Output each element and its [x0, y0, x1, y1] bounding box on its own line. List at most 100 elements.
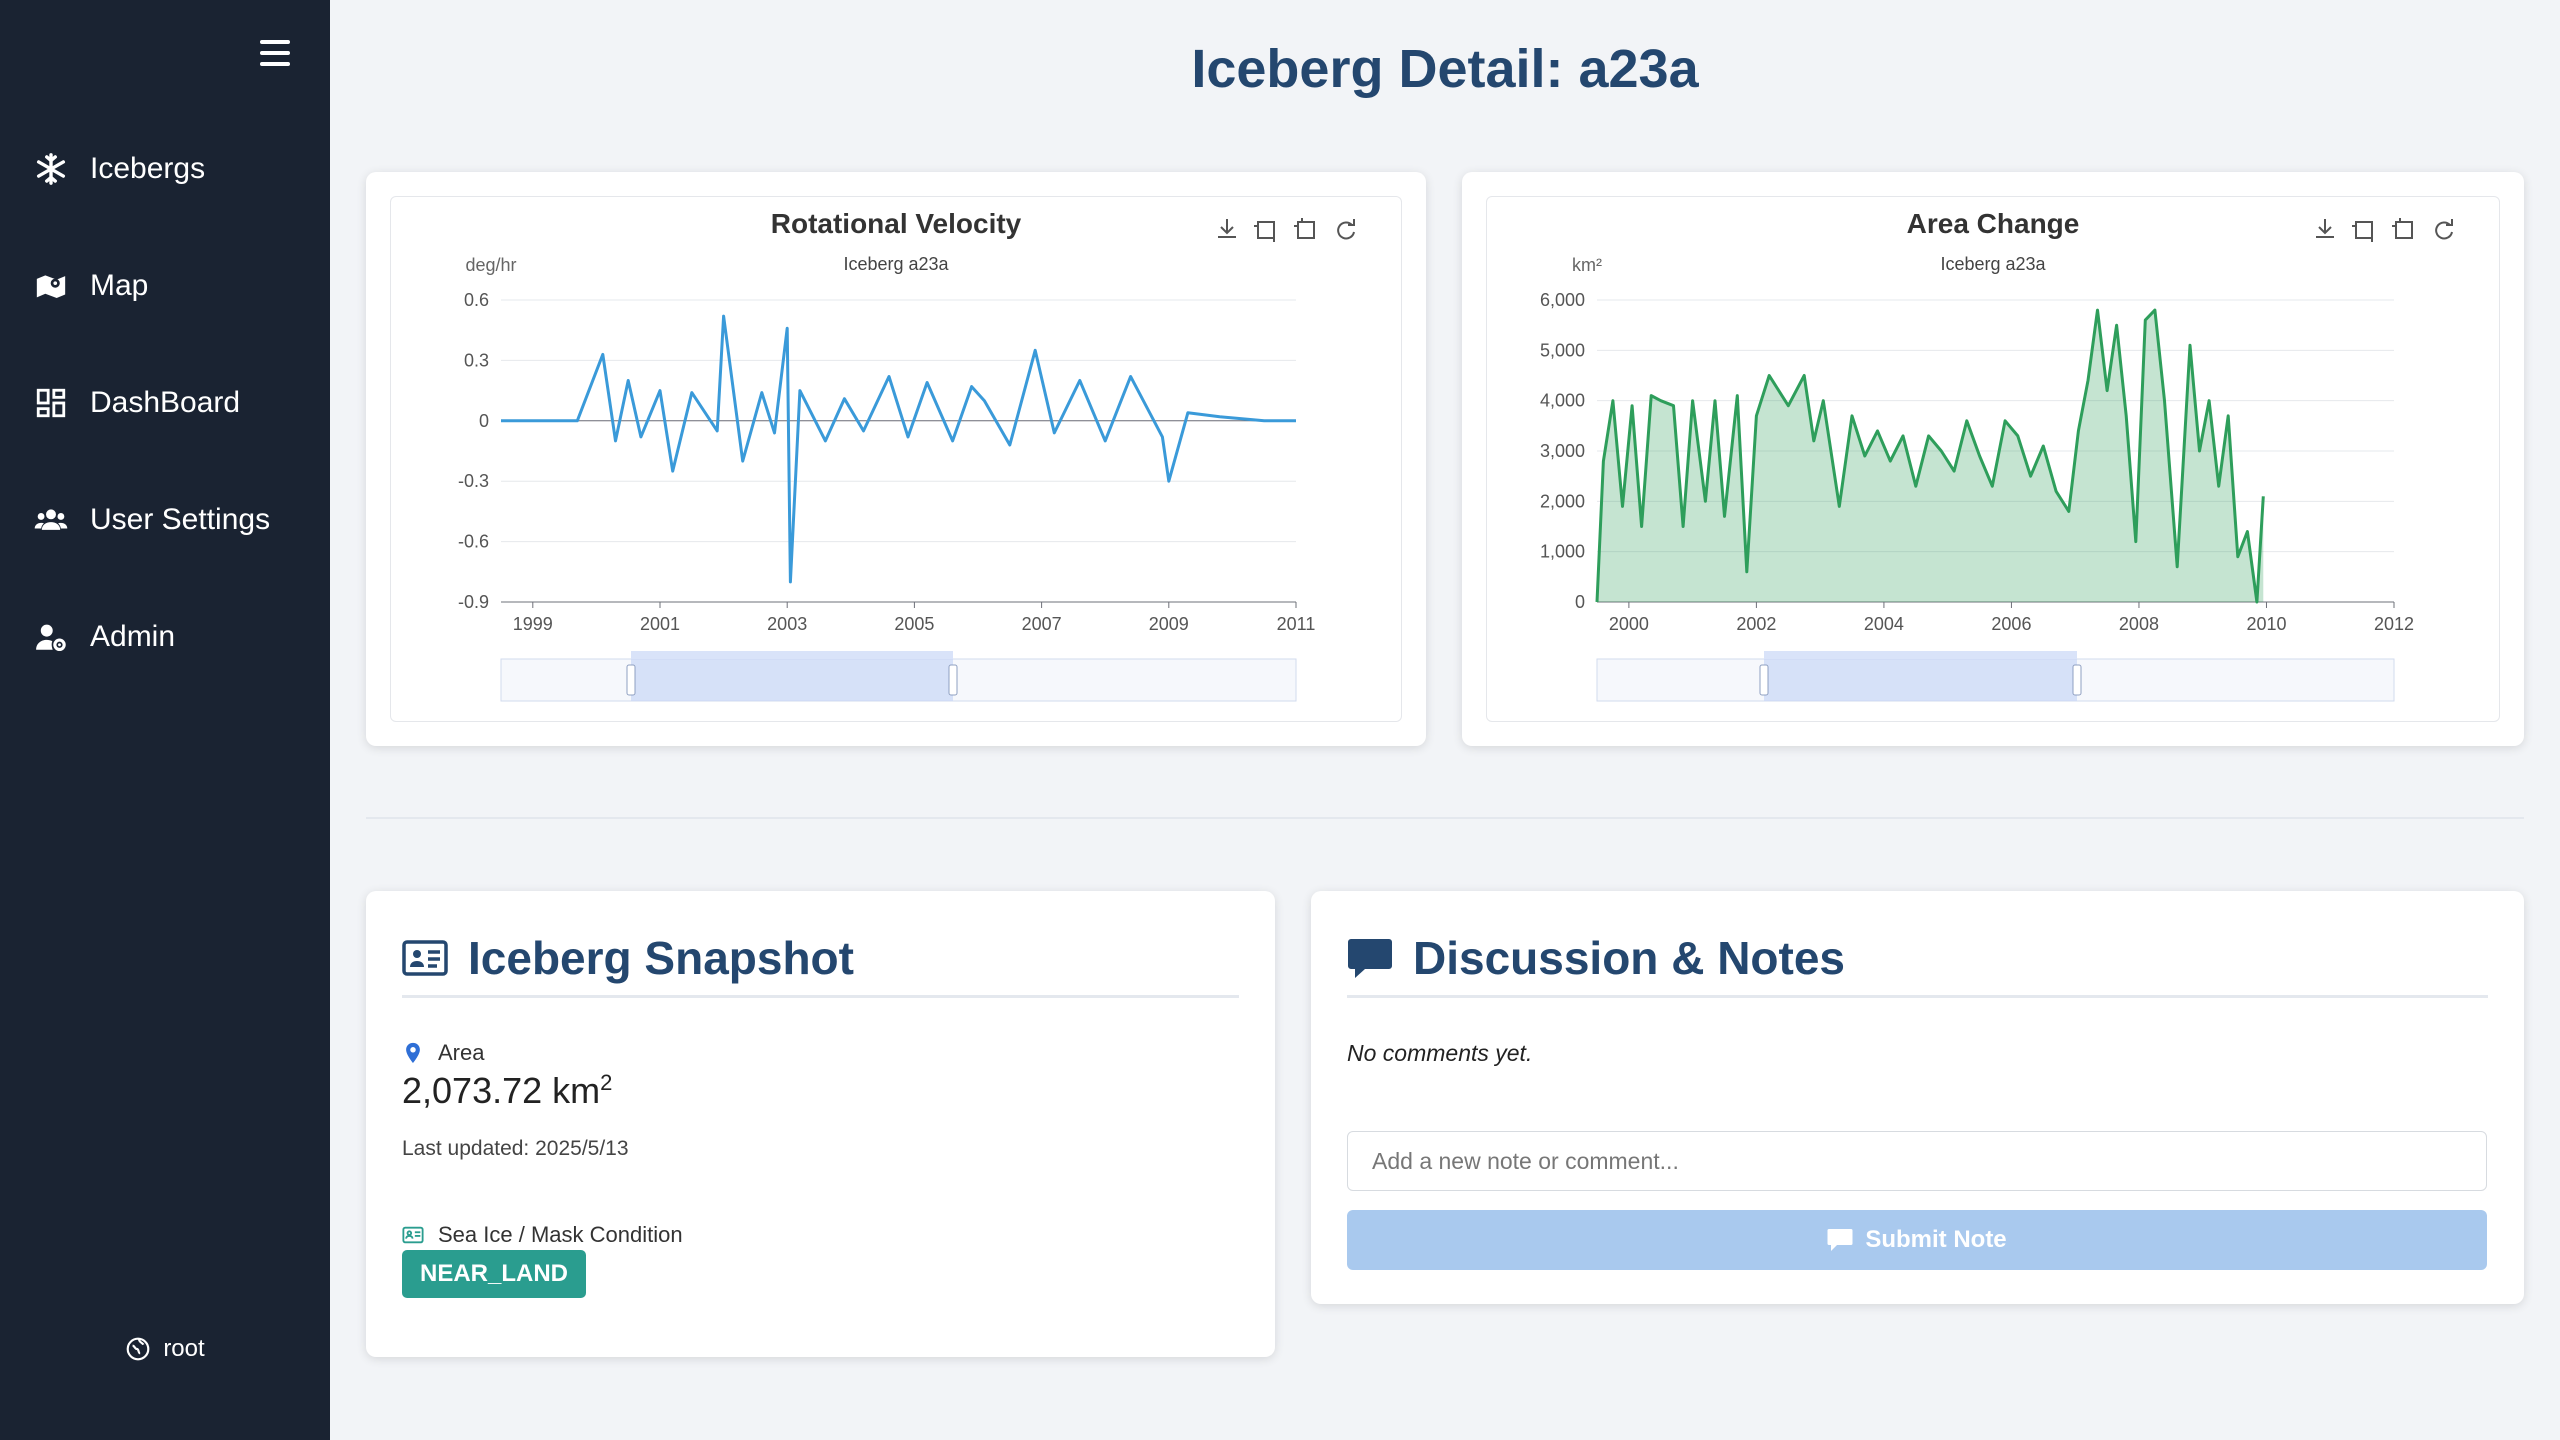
- rotational-velocity-card: Rotational Velocity Iceberg a23a deg/hr 0.6…: [366, 172, 1426, 746]
- id-card-small-icon: [402, 1226, 424, 1244]
- mask-condition-label-text: Sea Ice / Mask Condition: [438, 1222, 683, 1247]
- y-tick-label: 3,000: [1540, 441, 1585, 461]
- area-change-chart: Area Change Iceberg a23a km² 6,000 5,000 4,00…: [1540, 208, 2453, 702]
- comment-icon: [1348, 939, 1392, 978]
- page-title: Iceberg Detail: a23a: [1191, 39, 1699, 99]
- mask-condition-badge: NEAR_LAND: [402, 1250, 587, 1298]
- y-tick-label: 0.3: [464, 350, 489, 370]
- zoom-icon[interactable]: [1254, 221, 1275, 242]
- chart-subtitle: Iceberg a23a: [1940, 254, 2046, 274]
- chart-container: Area Change Iceberg a23a km² 6,000 5,000 4,00…: [1486, 196, 2500, 722]
- y-tick-label: 4,000: [1540, 391, 1585, 411]
- submit-note-label: Submit Note: [1865, 1226, 2007, 1253]
- admin-icon: [36, 624, 66, 651]
- y-tick-label: 1,000: [1540, 542, 1585, 562]
- x-tick-label: 2007: [1022, 614, 1062, 634]
- discussion-panel: Discussion & Notes No comments yet. Subm…: [1311, 891, 2524, 1304]
- discussion-title: Discussion & Notes: [1347, 931, 1845, 985]
- sidebar-item-label: DashBoard: [90, 385, 241, 419]
- data-zoom-selection: [1764, 659, 2077, 701]
- download-icon[interactable]: [2316, 219, 2334, 238]
- id-card-icon: [402, 940, 448, 976]
- data-zoom-handle-left: [1759, 664, 1769, 696]
- submit-note-button[interactable]: Submit Note: [1347, 1210, 2487, 1270]
- chart-toolbox: [1218, 218, 1355, 242]
- location-pin-icon: [406, 1042, 420, 1064]
- x-tick-label: 2008: [2119, 614, 2159, 634]
- y-tick-label: 2,000: [1540, 491, 1585, 511]
- data-zoom-bar: [1764, 651, 2077, 659]
- last-updated: Last updated: 2025/5/13: [402, 1137, 629, 1160]
- comment-icon: [1827, 1229, 1853, 1251]
- area-unit-exponent: 2: [600, 1070, 613, 1095]
- snapshot-title-text: Iceberg Snapshot: [468, 932, 854, 984]
- y-axis-label: deg/hr: [465, 255, 516, 275]
- area-value-text: 2,073.72 km: [402, 1070, 601, 1111]
- user-account[interactable]: root: [0, 1335, 330, 1363]
- username: root: [163, 1335, 205, 1362]
- x-tick-label: 1999: [513, 614, 553, 634]
- area-value: 2,073.72 km2: [402, 1070, 612, 1112]
- y-tick-label: 0.6: [464, 290, 489, 310]
- sidebar-item-icebergs[interactable]: Icebergs: [0, 110, 330, 227]
- y-tick-label: 0: [1575, 592, 1585, 612]
- data-zoom-selection: [631, 659, 953, 701]
- sidebar-item-label: Icebergs: [90, 151, 206, 185]
- x-tick-label: 2009: [1149, 614, 1189, 634]
- panel-divider: [1347, 995, 2488, 998]
- panel-divider: [402, 995, 1239, 998]
- area-change-card: Area Change Iceberg a23a km² 6,000 5,000 4,00…: [1462, 172, 2524, 746]
- rotational-velocity-chart: Rotational Velocity Iceberg a23a deg/hr 0.6…: [458, 208, 1355, 702]
- data-zoom-handle-left: [626, 664, 636, 696]
- discussion-title-text: Discussion & Notes: [1413, 932, 1845, 984]
- hamburger-menu-icon[interactable]: [260, 40, 290, 66]
- y-tick-label: -0.3: [458, 471, 489, 491]
- x-tick-label: 2012: [2374, 614, 2414, 634]
- snapshot-title: Iceberg Snapshot: [402, 931, 854, 985]
- users-icon: [34, 508, 68, 530]
- x-tick-label: 2002: [1736, 614, 1776, 634]
- y-axis-label: km²: [1572, 255, 1602, 275]
- sidebar-item-label: User Settings: [90, 502, 271, 536]
- data-zoom-handle-right: [2072, 664, 2082, 696]
- data-zoom-handle-right: [948, 664, 958, 696]
- sidebar-item-label: Map: [90, 268, 149, 302]
- mask-condition-label: Sea Ice / Mask Condition: [402, 1222, 683, 1248]
- x-tick-label: 2004: [1864, 614, 1904, 634]
- chart-title: Area Change: [1907, 208, 2080, 239]
- sidebar: Icebergs Map DashBoard User Settings Adm…: [0, 0, 330, 1440]
- refresh-icon[interactable]: [1337, 219, 1355, 240]
- sidebar-item-admin[interactable]: Admin: [0, 578, 330, 695]
- area-label: Area: [402, 1040, 484, 1066]
- zoom-reset-icon[interactable]: [2392, 218, 2413, 239]
- data-zoom-bar: [631, 651, 953, 659]
- area-label-text: Area: [438, 1040, 485, 1065]
- map-icon: [36, 274, 66, 298]
- sidebar-item-map[interactable]: Map: [0, 227, 330, 344]
- y-tick-label: -0.6: [458, 532, 489, 552]
- zoom-reset-icon[interactable]: [1294, 218, 1315, 239]
- y-tick-label: -0.9: [458, 592, 489, 612]
- x-tick-label: 2011: [1277, 614, 1316, 634]
- y-tick-label: 6,000: [1540, 290, 1585, 310]
- section-divider: [366, 817, 2524, 819]
- chart-title: Rotational Velocity: [771, 208, 1022, 239]
- y-tick-label: 0: [479, 411, 489, 431]
- sidebar-nav: Icebergs Map DashBoard User Settings Adm…: [0, 110, 330, 695]
- zoom-icon[interactable]: [2352, 221, 2373, 242]
- sidebar-item-label: Admin: [90, 619, 176, 653]
- download-icon[interactable]: [1218, 219, 1236, 238]
- note-input[interactable]: [1347, 1131, 2487, 1191]
- sidebar-item-user-settings[interactable]: User Settings: [0, 461, 330, 578]
- dashboard-icon: [36, 388, 66, 417]
- snowflake-icon: [36, 152, 66, 185]
- x-tick-label: 2010: [2246, 614, 2286, 634]
- y-tick-label: 5,000: [1540, 340, 1585, 360]
- sidebar-item-dashboard[interactable]: DashBoard: [0, 344, 330, 461]
- refresh-icon[interactable]: [2435, 219, 2453, 240]
- x-tick-label: 2001: [640, 614, 680, 634]
- x-tick-label: 2003: [767, 614, 807, 634]
- chart-toolbox: [2316, 218, 2453, 242]
- user-globe-icon: [126, 1337, 150, 1361]
- x-tick-label: 2005: [894, 614, 934, 634]
